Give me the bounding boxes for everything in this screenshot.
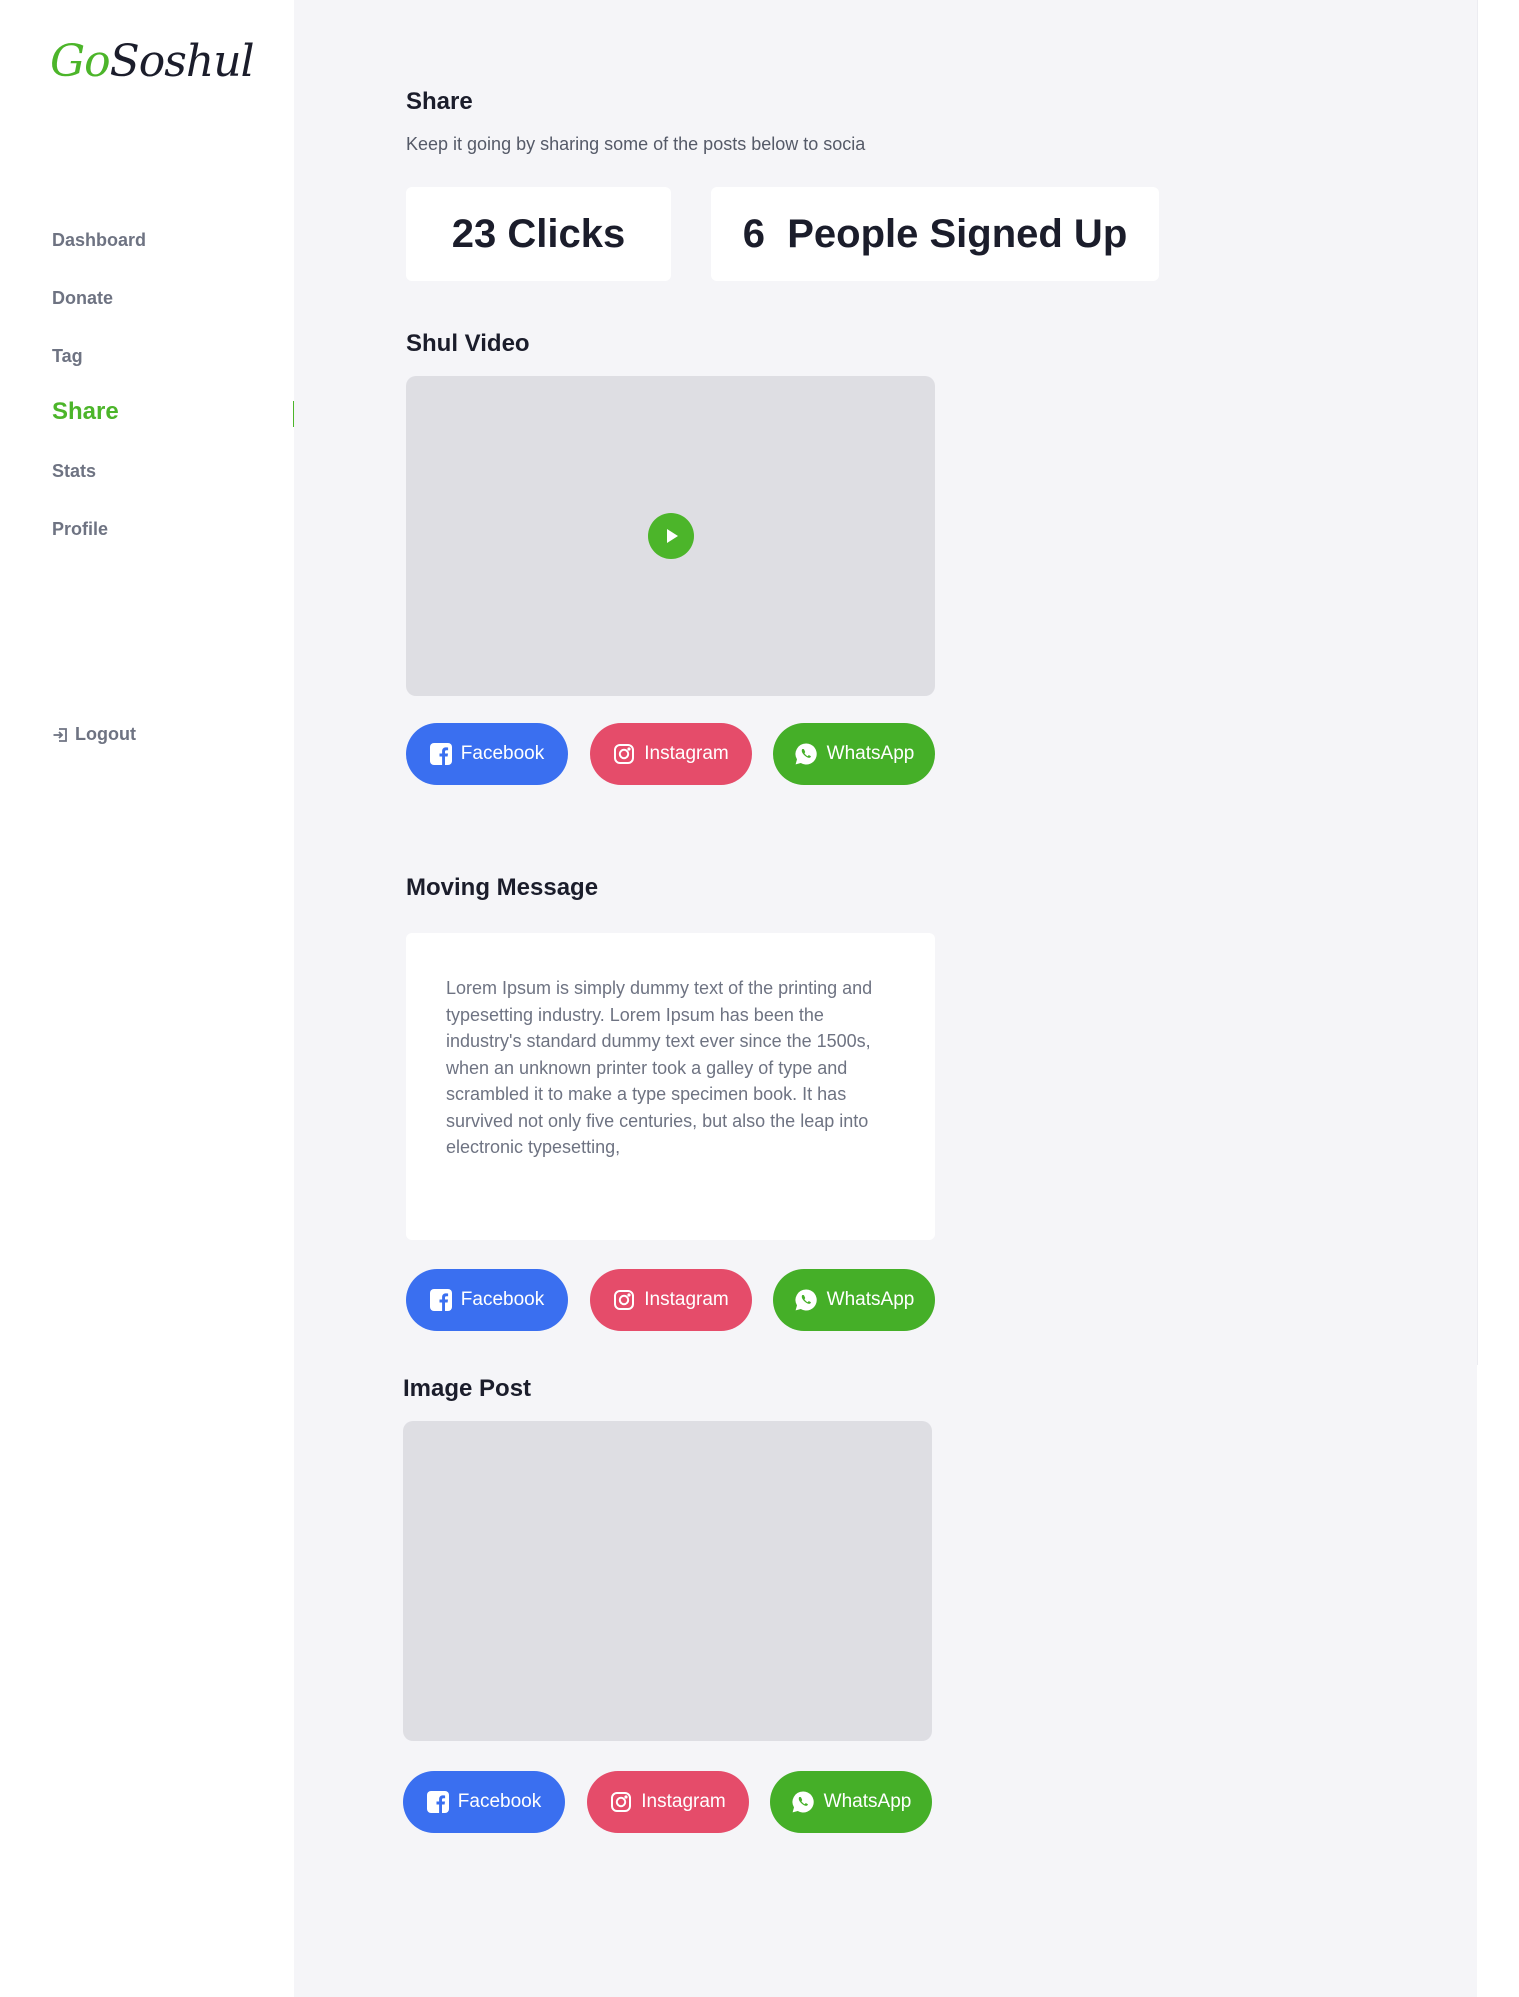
- gososhul-logo[interactable]: GoSoshul: [50, 36, 255, 87]
- facebook-icon: [429, 1289, 452, 1311]
- image-share-facebook-button[interactable]: Facebook: [403, 1771, 565, 1833]
- whatsapp-icon: [791, 1790, 815, 1814]
- sidebar-item-stats[interactable]: Stats: [52, 461, 96, 482]
- message-share-facebook-button[interactable]: Facebook: [406, 1269, 568, 1331]
- image-post-placeholder: [403, 1421, 932, 1741]
- instagram-icon: [613, 1289, 635, 1311]
- whatsapp-label: WhatsApp: [826, 1289, 915, 1310]
- image-share-whatsapp-button[interactable]: WhatsApp: [770, 1771, 932, 1833]
- play-icon[interactable]: [648, 513, 694, 559]
- sidebar-item-dashboard[interactable]: Dashboard: [52, 230, 146, 251]
- whatsapp-icon: [794, 742, 818, 766]
- page-title: Share: [406, 88, 473, 115]
- logout-label: Logout: [75, 724, 136, 744]
- whatsapp-label: WhatsApp: [826, 743, 915, 764]
- whatsapp-label: WhatsApp: [823, 1791, 912, 1812]
- sidebar: GoSoshul Dashboard Donate Tag Share Stat…: [0, 0, 294, 1997]
- logout-button[interactable]: Logout: [52, 724, 136, 745]
- message-card: Lorem Ipsum is simply dummy text of the …: [406, 933, 935, 1240]
- logout-icon: [52, 727, 69, 743]
- facebook-label: Facebook: [460, 743, 545, 764]
- clicks-stat-value: 23 Clicks: [451, 211, 626, 256]
- image-share-instagram-button[interactable]: Instagram: [587, 1771, 749, 1833]
- page-subtitle: Keep it going by sharing some of the pos…: [406, 134, 866, 154]
- facebook-label: Facebook: [457, 1791, 542, 1812]
- clicks-stat-card: 23 Clicks: [406, 187, 671, 281]
- logo-part-soshul: Soshul: [109, 36, 255, 87]
- facebook-label: Facebook: [460, 1289, 545, 1310]
- message-share-instagram-button[interactable]: Instagram: [590, 1269, 752, 1331]
- message-body: Lorem Ipsum is simply dummy text of the …: [446, 978, 873, 1157]
- video-share-whatsapp-button[interactable]: WhatsApp: [773, 723, 935, 785]
- instagram-label: Instagram: [644, 743, 729, 764]
- sidebar-item-profile[interactable]: Profile: [52, 519, 108, 540]
- signups-stat-value: 6 People Signed Up: [742, 211, 1128, 256]
- instagram-label: Instagram: [644, 1289, 729, 1310]
- facebook-icon: [429, 743, 452, 765]
- instagram-icon: [613, 743, 635, 765]
- image-section-title: Image Post: [403, 1375, 532, 1402]
- video-share-facebook-button[interactable]: Facebook: [406, 723, 568, 785]
- logo-part-go: Go: [50, 36, 111, 87]
- content-divider: [1477, 0, 1478, 1365]
- facebook-icon: [426, 1791, 449, 1813]
- signups-stat-card: 6 People Signed Up: [711, 187, 1159, 281]
- sidebar-item-tag[interactable]: Tag: [52, 346, 83, 367]
- whatsapp-icon: [794, 1288, 818, 1312]
- instagram-icon: [610, 1791, 632, 1813]
- video-section-title: Shul Video: [406, 330, 530, 357]
- sidebar-item-share[interactable]: Share: [52, 398, 119, 426]
- message-section-title: Moving Message: [406, 874, 599, 901]
- video-share-instagram-button[interactable]: Instagram: [590, 723, 752, 785]
- instagram-label: Instagram: [641, 1791, 726, 1812]
- sidebar-item-donate[interactable]: Donate: [52, 288, 113, 309]
- message-share-whatsapp-button[interactable]: WhatsApp: [773, 1269, 935, 1331]
